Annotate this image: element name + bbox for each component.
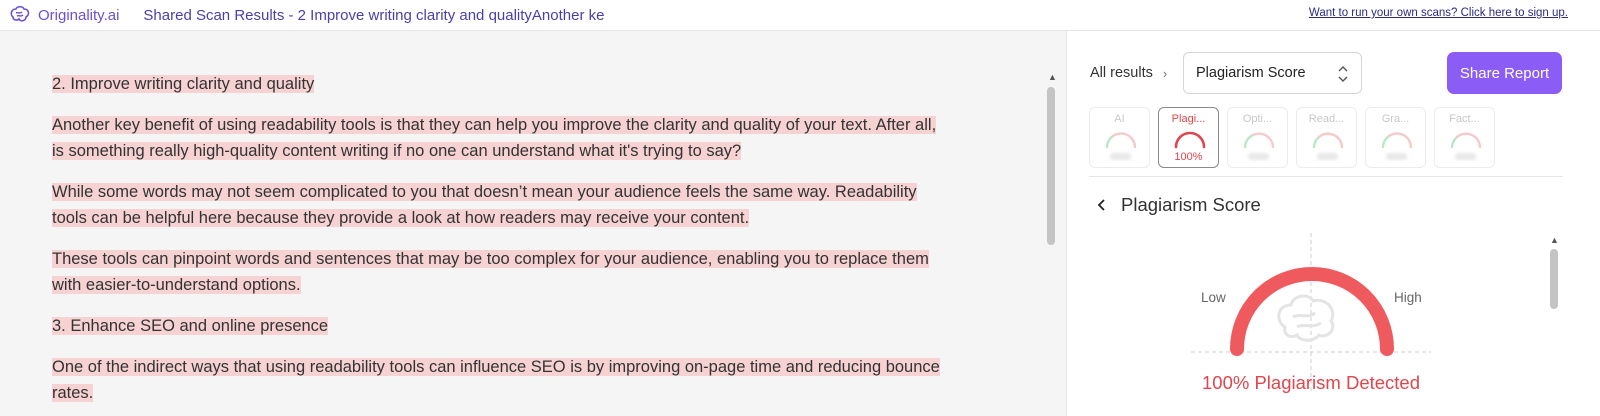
tab-ai[interactable]: AI	[1089, 107, 1150, 168]
paragraph: While some words may not seem complicate…	[52, 179, 952, 231]
tab-plagiarism[interactable]: Plagi... 100%	[1158, 107, 1219, 168]
chevron-left-icon[interactable]	[1095, 198, 1109, 212]
tab-grammar[interactable]: Gra...	[1365, 107, 1426, 168]
tab-label: Opti...	[1242, 113, 1273, 125]
section-header: Plagiarism Score	[1095, 194, 1261, 216]
highlighted-text[interactable]: One of the indirect ways that using read…	[52, 358, 940, 402]
document-text: 2. Improve writing clarity and quality A…	[52, 71, 952, 416]
breadcrumb[interactable]: All results ›	[1090, 65, 1167, 81]
mini-gauge-icon	[1243, 132, 1275, 149]
highlighted-text[interactable]: While some words may not seem complicate…	[52, 183, 917, 227]
scroll-up-arrow-icon[interactable]: ▲	[1048, 72, 1057, 82]
gauge-arc	[1230, 267, 1394, 356]
signup-link[interactable]: Want to run your own scans? Click here t…	[1309, 7, 1568, 19]
tab-value: 100%	[1174, 151, 1203, 163]
section-title: Plagiarism Score	[1121, 194, 1261, 215]
results-panel: All results › Plagiarism Score Share Rep…	[1066, 31, 1600, 416]
blurred-value	[1110, 153, 1131, 160]
document-pane: 2. Improve writing clarity and quality A…	[0, 31, 1066, 416]
tab-label: Fact...	[1449, 113, 1480, 125]
brand[interactable]: Originality.ai	[8, 3, 119, 27]
tab-label: AI	[1114, 113, 1125, 125]
blurred-value	[1248, 153, 1269, 160]
tab-fact-check[interactable]: Fact...	[1434, 107, 1495, 168]
highlighted-text[interactable]: 2. Improve writing clarity and quality	[52, 75, 315, 93]
tab-optimization[interactable]: Opti...	[1227, 107, 1288, 168]
gauge-low-label: Low	[1201, 290, 1226, 305]
top-bar: Originality.ai Shared Scan Results - 2 I…	[0, 0, 1600, 31]
scrollbar-thumb[interactable]	[1550, 249, 1558, 309]
paragraph: One of the indirect ways that using read…	[52, 354, 952, 406]
gauge-high-label: High	[1394, 290, 1422, 305]
panel-scrollbar[interactable]: ▲	[1547, 235, 1563, 415]
paragraph: Another key benefit of using readability…	[52, 112, 952, 164]
tab-label: Gra...	[1381, 113, 1410, 125]
brand-name: Originality.ai	[38, 6, 120, 24]
breadcrumb-all-results[interactable]: All results	[1090, 65, 1153, 81]
mini-gauge-icon	[1450, 132, 1482, 149]
brain-watermark-icon	[1277, 294, 1335, 342]
tab-label: Read...	[1308, 113, 1345, 125]
mini-gauge-icon	[1312, 132, 1344, 149]
scroll-up-arrow-icon[interactable]: ▲	[1550, 235, 1559, 245]
document-scrollbar[interactable]: ▲	[1044, 72, 1060, 416]
divider	[1089, 176, 1563, 177]
blurred-value	[1455, 153, 1476, 160]
scrollbar-thumb[interactable]	[1047, 87, 1055, 245]
chevron-up-down-icon	[1338, 66, 1348, 82]
brain-logo-icon	[10, 5, 30, 22]
blurred-value	[1386, 153, 1407, 160]
paragraph: These tools can pinpoint words and sente…	[52, 246, 952, 298]
plagiarism-result-text: 100% Plagiarism Detected	[1202, 372, 1420, 393]
mini-gauge-icon	[1381, 132, 1413, 149]
highlighted-text[interactable]: These tools can pinpoint words and sente…	[52, 250, 929, 294]
result-tabs: AI Plagi... 100% Opti... Read... Gra... …	[1089, 107, 1503, 168]
tab-readability[interactable]: Read...	[1296, 107, 1357, 168]
tab-label: Plagi...	[1171, 113, 1206, 125]
share-report-button[interactable]: Share Report	[1447, 52, 1562, 94]
blurred-value	[1317, 153, 1338, 160]
highlighted-text[interactable]: Another key benefit of using readability…	[52, 116, 937, 160]
paragraph: 2. Improve writing clarity and quality	[52, 71, 952, 97]
select-value: Plagiarism Score	[1196, 65, 1306, 81]
mini-gauge-icon	[1174, 131, 1206, 149]
result-type-select[interactable]: Plagiarism Score	[1183, 52, 1362, 94]
paragraph: 3. Enhance SEO and online presence	[52, 313, 952, 339]
highlighted-text[interactable]: 3. Enhance SEO and online presence	[52, 317, 329, 335]
chevron-right-icon: ›	[1162, 65, 1168, 81]
mini-gauge-icon	[1105, 132, 1137, 149]
page-title: Shared Scan Results - 2 Improve writing …	[143, 6, 605, 24]
